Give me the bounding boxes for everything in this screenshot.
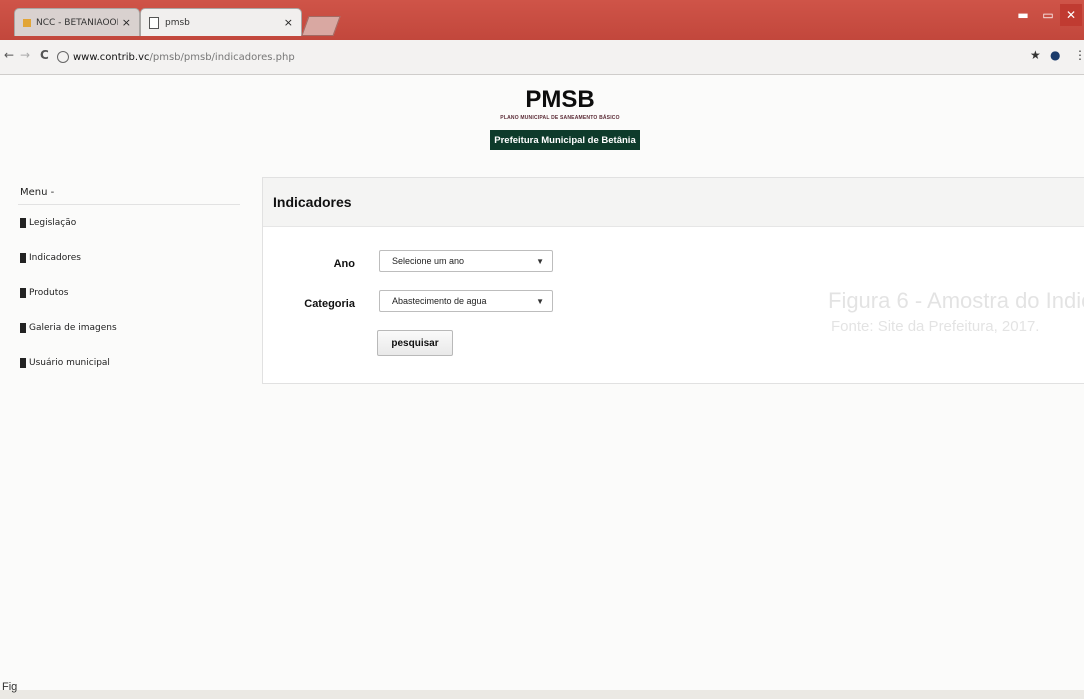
sidebar-menu: Menu - Legislação Indicadores Produtos G… xyxy=(18,180,240,380)
page-viewport: PMSB PLANO MUNICIPAL DE SANEAMENTO BÁSIC… xyxy=(0,75,1084,690)
sidebar-item-label: Galeria de imagens xyxy=(29,322,117,333)
sidebar-item-label: Indicadores xyxy=(29,252,81,263)
sidebar-item-indicadores[interactable]: Indicadores xyxy=(18,240,240,275)
chart-icon xyxy=(20,252,26,263)
sidebar-item-produtos[interactable]: Produtos xyxy=(18,275,240,310)
forward-icon[interactable]: → xyxy=(20,48,30,62)
close-window-icon[interactable]: ✕ xyxy=(1060,4,1082,26)
ano-select-value: Selecione um ano xyxy=(392,256,465,266)
prefecture-banner: Prefeitura Municipal de Betânia xyxy=(490,130,640,150)
back-icon[interactable]: ← xyxy=(4,48,14,62)
document-icon xyxy=(149,16,159,29)
bleed-figure-caption: Figura 6 - Amostra do Indicador cidade a… xyxy=(828,288,1084,313)
url-path: /pmsb/pmsb/indicadores.php xyxy=(149,51,295,63)
menu-header[interactable]: Menu - xyxy=(18,180,240,205)
grid-icon xyxy=(20,287,26,298)
sidebar-item-usuario[interactable]: Usuário municipal xyxy=(18,345,240,380)
sidebar-item-label: Legislação xyxy=(29,217,77,228)
star-icon[interactable]: ★ xyxy=(1030,48,1041,62)
maximize-icon[interactable]: ▭ xyxy=(1038,4,1058,26)
pesquisar-button[interactable]: pesquisar xyxy=(377,330,453,356)
chevron-down-icon: ▼ xyxy=(536,256,544,266)
ano-select[interactable]: Selecione um ano ▼ xyxy=(379,250,553,272)
sidebar-item-label: Usuário municipal xyxy=(29,357,110,368)
browser-titlebar: NCC - BETANIAOOP… × pmsb × ▬ ▭ ✕ xyxy=(0,0,1084,40)
ano-label: Ano xyxy=(333,258,355,270)
site-logo-subtitle: PLANO MUNICIPAL DE SANEAMENTO BÁSICO xyxy=(500,115,620,121)
panel-title: Indicadores xyxy=(263,178,1084,227)
tab-title: NCC - BETANIAOOP… xyxy=(36,17,118,28)
tab-close-icon[interactable]: × xyxy=(284,16,293,29)
minimize-icon[interactable]: ▬ xyxy=(1012,4,1034,26)
reload-icon[interactable]: C xyxy=(40,48,49,62)
browser-toolbar: ← → C www.contrib.vc /pmsb/pmsb/indicado… xyxy=(0,40,1084,75)
screen: NCC - BETANIAOOP… × pmsb × ▬ ▭ ✕ ← → C w… xyxy=(0,0,1084,693)
indicadores-panel: Indicadores Ano Selecione um ano ▼ Categ… xyxy=(262,177,1084,384)
desk-label: Fig xyxy=(2,681,18,693)
new-tab-button[interactable] xyxy=(301,16,341,36)
chevron-down-icon: ▼ xyxy=(536,296,544,306)
tab-title: pmsb xyxy=(165,17,190,28)
sidebar-item-label: Produtos xyxy=(29,287,69,298)
sidebar-item-galeria[interactable]: Galeria de imagens xyxy=(18,310,240,345)
tab-pmsb[interactable]: pmsb × xyxy=(140,8,302,36)
extension-icon[interactable]: ● xyxy=(1050,48,1060,62)
menu-icon[interactable]: ⋮ xyxy=(1074,48,1084,62)
desk-edge xyxy=(0,690,1084,699)
favicon-icon xyxy=(23,18,31,27)
categoria-select-value: Abastecimento de agua xyxy=(392,296,487,306)
sidebar-item-legislacao[interactable]: Legislação xyxy=(18,205,240,240)
bleed-figure-source: Fonte: Site da Prefeitura, 2017. xyxy=(831,318,1040,335)
globe-icon xyxy=(57,51,69,63)
categoria-label: Categoria xyxy=(304,298,355,310)
categoria-select[interactable]: Abastecimento de agua ▼ xyxy=(379,290,553,312)
url-host: www.contrib.vc xyxy=(73,51,150,63)
tab-close-icon[interactable]: × xyxy=(122,16,131,29)
address-bar[interactable]: www.contrib.vc /pmsb/pmsb/indicadores.ph… xyxy=(57,46,1017,68)
image-icon xyxy=(20,322,26,333)
user-icon xyxy=(20,357,26,368)
book-icon xyxy=(20,217,26,228)
site-logo-title: PMSB xyxy=(525,86,595,113)
tab-ncc[interactable]: NCC - BETANIAOOP… × xyxy=(14,8,140,36)
